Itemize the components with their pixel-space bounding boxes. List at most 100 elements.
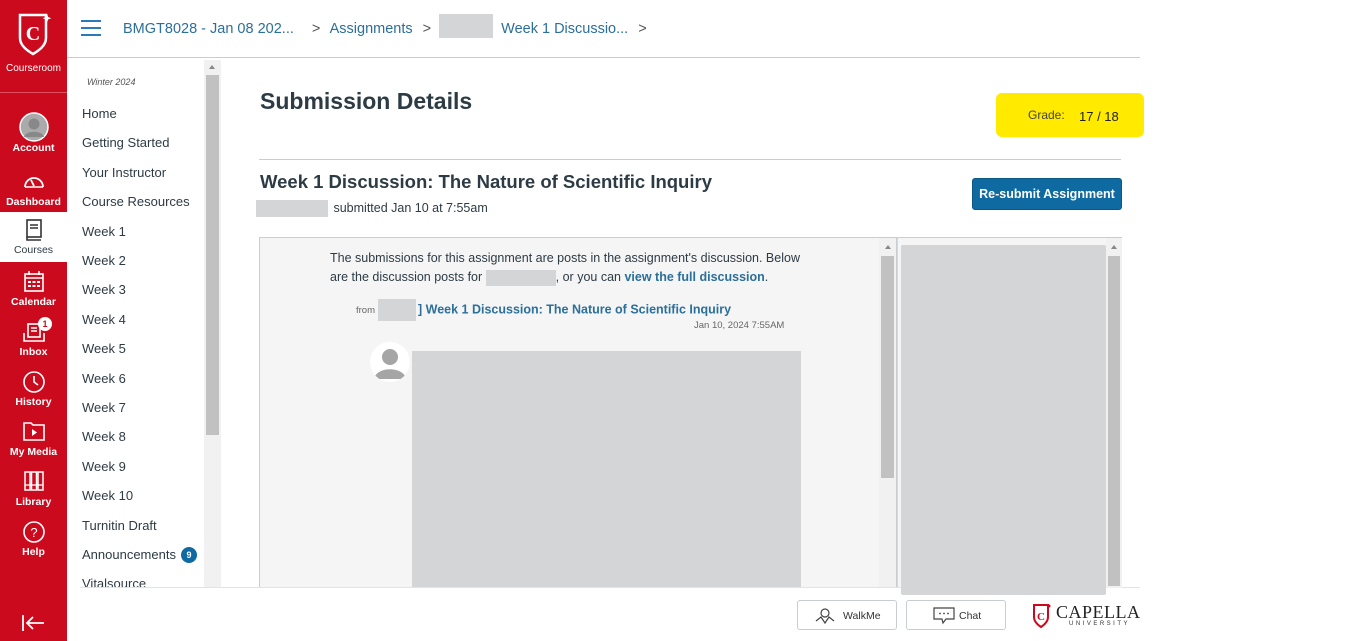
calendar-icon bbox=[0, 270, 67, 298]
course-nav-announcements[interactable]: Announcements 9 bbox=[82, 547, 197, 563]
courseroom-label: Courseroom bbox=[5, 63, 62, 74]
discussion-topic-link[interactable]: ] Week 1 Discussion: The Nature of Scien… bbox=[418, 302, 731, 316]
redacted-post-body bbox=[412, 351, 801, 587]
course-nav-vitalsource[interactable]: Vitalsource bbox=[82, 576, 146, 587]
breadcrumb-assignments[interactable]: Assignments bbox=[330, 21, 413, 37]
post-source: from ] Week 1 Discussion: The Nature of S… bbox=[356, 299, 731, 321]
section-divider bbox=[259, 159, 1121, 160]
course-menu-toggle[interactable] bbox=[81, 20, 101, 36]
course-nav-week-3[interactable]: Week 3 bbox=[82, 282, 126, 297]
chat-bubble-icon bbox=[933, 607, 955, 628]
my-media-label: My Media bbox=[9, 446, 58, 458]
page-title: Submission Details bbox=[260, 88, 473, 114]
dashboard-label: Dashboard bbox=[6, 196, 61, 208]
global-nav-library[interactable]: Library bbox=[0, 464, 67, 514]
scroll-up-arrow-icon[interactable] bbox=[209, 65, 215, 69]
grade-label: Grade: bbox=[1028, 108, 1065, 122]
course-nav: Winter 2024 Home Getting Started Your In… bbox=[67, 60, 221, 587]
global-nav-my-media[interactable]: My Media bbox=[0, 414, 67, 464]
discussion-scrollbar[interactable] bbox=[879, 238, 896, 587]
redacted-comments-panel bbox=[901, 245, 1106, 595]
course-nav-scrollbar[interactable] bbox=[204, 60, 221, 587]
inbox-unread-badge: 1 bbox=[38, 317, 52, 331]
announcements-label: Announcements bbox=[82, 547, 176, 562]
course-nav-week-6[interactable]: Week 6 bbox=[82, 371, 126, 386]
breadcrumb-course[interactable]: BMGT8028 - Jan 08 202... bbox=[123, 21, 294, 37]
course-nav-course-resources[interactable]: Course Resources bbox=[82, 194, 190, 209]
courses-label: Courses bbox=[13, 244, 54, 256]
walkme-label: WalkMe bbox=[843, 610, 881, 622]
global-nav: C Courseroom Account Dashboard Courses C… bbox=[0, 0, 67, 641]
library-label: Library bbox=[15, 496, 52, 508]
chat-button[interactable]: Chat bbox=[906, 600, 1006, 630]
collapse-nav-button[interactable] bbox=[20, 612, 46, 634]
scroll-up-arrow-icon[interactable] bbox=[885, 245, 891, 249]
course-nav-week-4[interactable]: Week 4 bbox=[82, 312, 126, 327]
grade-value: 17 / 18 bbox=[1079, 109, 1119, 124]
course-nav-week-10[interactable]: Week 10 bbox=[82, 488, 133, 503]
course-nav-week-8[interactable]: Week 8 bbox=[82, 429, 126, 444]
capella-shield-icon: C bbox=[1033, 604, 1051, 629]
course-nav-week-1[interactable]: Week 1 bbox=[82, 224, 126, 239]
media-folder-icon bbox=[0, 420, 67, 448]
global-nav-history[interactable]: History bbox=[0, 364, 67, 414]
collapse-arrow-icon bbox=[22, 615, 44, 631]
global-nav-help[interactable]: ? Help bbox=[0, 514, 67, 564]
global-nav-account[interactable]: Account bbox=[0, 106, 67, 156]
announcements-count-badge: 9 bbox=[180, 547, 197, 563]
redacted-student-name bbox=[485, 269, 556, 286]
svg-text:?: ? bbox=[30, 525, 37, 540]
scrollbar-thumb[interactable] bbox=[1108, 256, 1120, 586]
account-avatar-icon bbox=[0, 112, 67, 142]
account-label: Account bbox=[12, 142, 55, 154]
redacted-block bbox=[439, 14, 494, 38]
course-nav-turnitin-draft[interactable]: Turnitin Draft bbox=[82, 518, 157, 533]
discussion-frame: The submissions for this assignment are … bbox=[259, 237, 897, 587]
chat-label: Chat bbox=[959, 610, 982, 622]
term-label: Winter 2024 bbox=[87, 77, 136, 87]
library-books-icon bbox=[0, 470, 67, 498]
clock-icon bbox=[0, 370, 67, 398]
global-nav-inbox[interactable]: 1 Inbox bbox=[0, 314, 67, 364]
intro-text-continued: , or you can bbox=[555, 270, 621, 284]
intro-period: . bbox=[764, 270, 769, 284]
default-user-icon bbox=[374, 349, 406, 379]
help-circle-icon: ? bbox=[0, 520, 67, 548]
global-nav-courses[interactable]: Courses bbox=[0, 212, 67, 262]
page-header: BMGT8028 - Jan 08 202... > Assignments >… bbox=[67, 0, 1140, 58]
global-nav-calendar[interactable]: Calendar bbox=[0, 264, 67, 314]
redacted-student-name bbox=[256, 200, 328, 217]
redacted-block bbox=[378, 299, 416, 321]
post-date: Jan 10, 2024 7:55AM bbox=[694, 320, 785, 331]
scrollbar-thumb[interactable] bbox=[881, 256, 894, 478]
course-nav-home[interactable]: Home bbox=[82, 106, 117, 121]
from-label: from bbox=[356, 305, 375, 317]
course-nav-week-5[interactable]: Week 5 bbox=[82, 341, 126, 356]
svg-text:C: C bbox=[1037, 611, 1045, 623]
breadcrumb-separator-icon: > bbox=[422, 20, 432, 37]
course-nav-getting-started[interactable]: Getting Started bbox=[82, 135, 169, 150]
avatar bbox=[370, 342, 410, 382]
scrollbar-thumb[interactable] bbox=[206, 75, 219, 435]
breadcrumb-separator-icon: > bbox=[311, 20, 321, 37]
course-nav-week-9[interactable]: Week 9 bbox=[82, 459, 126, 474]
submission-info: submitted Jan 10 at 7:55am bbox=[256, 200, 488, 217]
course-nav-week-7[interactable]: Week 7 bbox=[82, 400, 126, 415]
view-full-discussion-link[interactable]: view the full discussion bbox=[624, 270, 764, 284]
breadcrumb-assignment[interactable]: Week 1 Discussio... bbox=[501, 21, 628, 37]
capella-shield-logo-icon: C bbox=[18, 13, 51, 56]
walkme-pin-icon bbox=[814, 607, 836, 628]
breadcrumb-separator-icon: > bbox=[638, 20, 647, 37]
global-nav-dashboard[interactable]: Dashboard bbox=[0, 164, 67, 214]
discussion-intro: The submissions for this assignment are … bbox=[330, 249, 810, 287]
help-label: Help bbox=[22, 546, 45, 558]
grade-highlight: Grade: 17 / 18 bbox=[996, 93, 1144, 137]
brand-subtitle: UNIVERSITY bbox=[1069, 621, 1131, 627]
course-nav-week-2[interactable]: Week 2 bbox=[82, 253, 126, 268]
walkme-button[interactable]: WalkMe bbox=[797, 600, 897, 630]
comments-scrollbar[interactable] bbox=[1106, 238, 1122, 588]
course-nav-your-instructor[interactable]: Your Instructor bbox=[82, 165, 166, 180]
courseroom-logo-link[interactable]: C Courseroom bbox=[0, 0, 67, 93]
scroll-up-arrow-icon[interactable] bbox=[1111, 245, 1117, 249]
resubmit-assignment-button[interactable]: Re-submit Assignment bbox=[972, 178, 1122, 210]
